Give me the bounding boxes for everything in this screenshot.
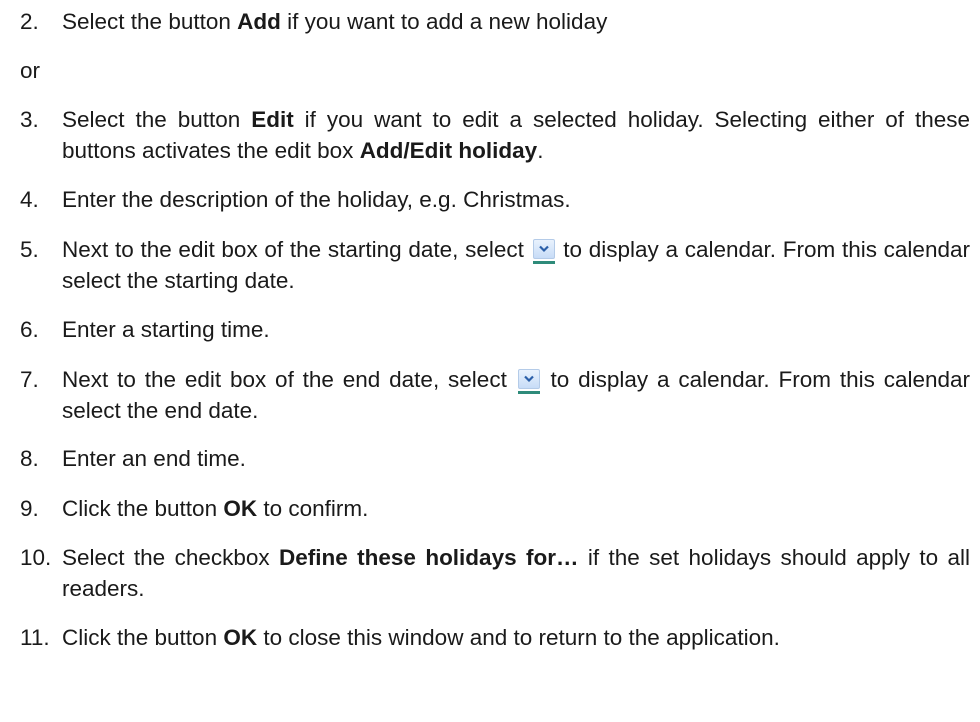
step-11: 11. Click the button OK to close this wi… [20,622,970,653]
step-text: Enter a starting time. [62,317,270,342]
step-9: 9. Click the button OK to confirm. [20,493,970,524]
step-5: 5. Next to the edit box of the starting … [20,234,970,296]
step-text: Next to the edit box of the starting dat… [62,237,970,293]
step-text: Select the button Add if you want to add… [62,9,608,34]
or-separator: or [20,58,41,83]
calendar-dropdown-icon [517,369,540,394]
step-number: 9. [20,496,39,521]
step-7: 7. Next to the edit box of the end date,… [20,364,970,426]
step-3: 3. Select the button Edit if you want to… [20,104,970,166]
step-text: Enter an end time. [62,446,246,471]
document-page: 2. Select the button Add if you want to … [0,0,980,722]
step-number: 6. [20,317,39,342]
step-number: 11. [20,625,50,650]
step-2: 2. Select the button Add if you want to … [20,6,970,37]
step-number: 2. [20,9,39,34]
step-4: 4. Enter the description of the holiday,… [20,184,970,215]
step-text: Enter the description of the holiday, e.… [62,187,571,212]
step-number: 4. [20,187,39,212]
step-number: 10. [20,545,52,570]
step-text: Click the button OK to confirm. [62,496,369,521]
step-number: 8. [20,446,39,471]
calendar-dropdown-icon [532,239,555,264]
step-8: 8. Enter an end time. [20,443,970,474]
step-number: 5. [20,237,39,262]
step-10: 10. Select the checkbox Define these hol… [20,542,970,604]
step-text: Next to the edit box of the end date, se… [62,367,970,423]
step-number: 3. [20,107,39,132]
step-text: Select the checkbox Define these holiday… [62,545,970,601]
step-text: Select the button Edit if you want to ed… [62,107,971,163]
step-6: 6. Enter a starting time. [20,314,970,345]
step-text: Click the button OK to close this window… [62,625,780,650]
step-number: 7. [20,367,39,392]
